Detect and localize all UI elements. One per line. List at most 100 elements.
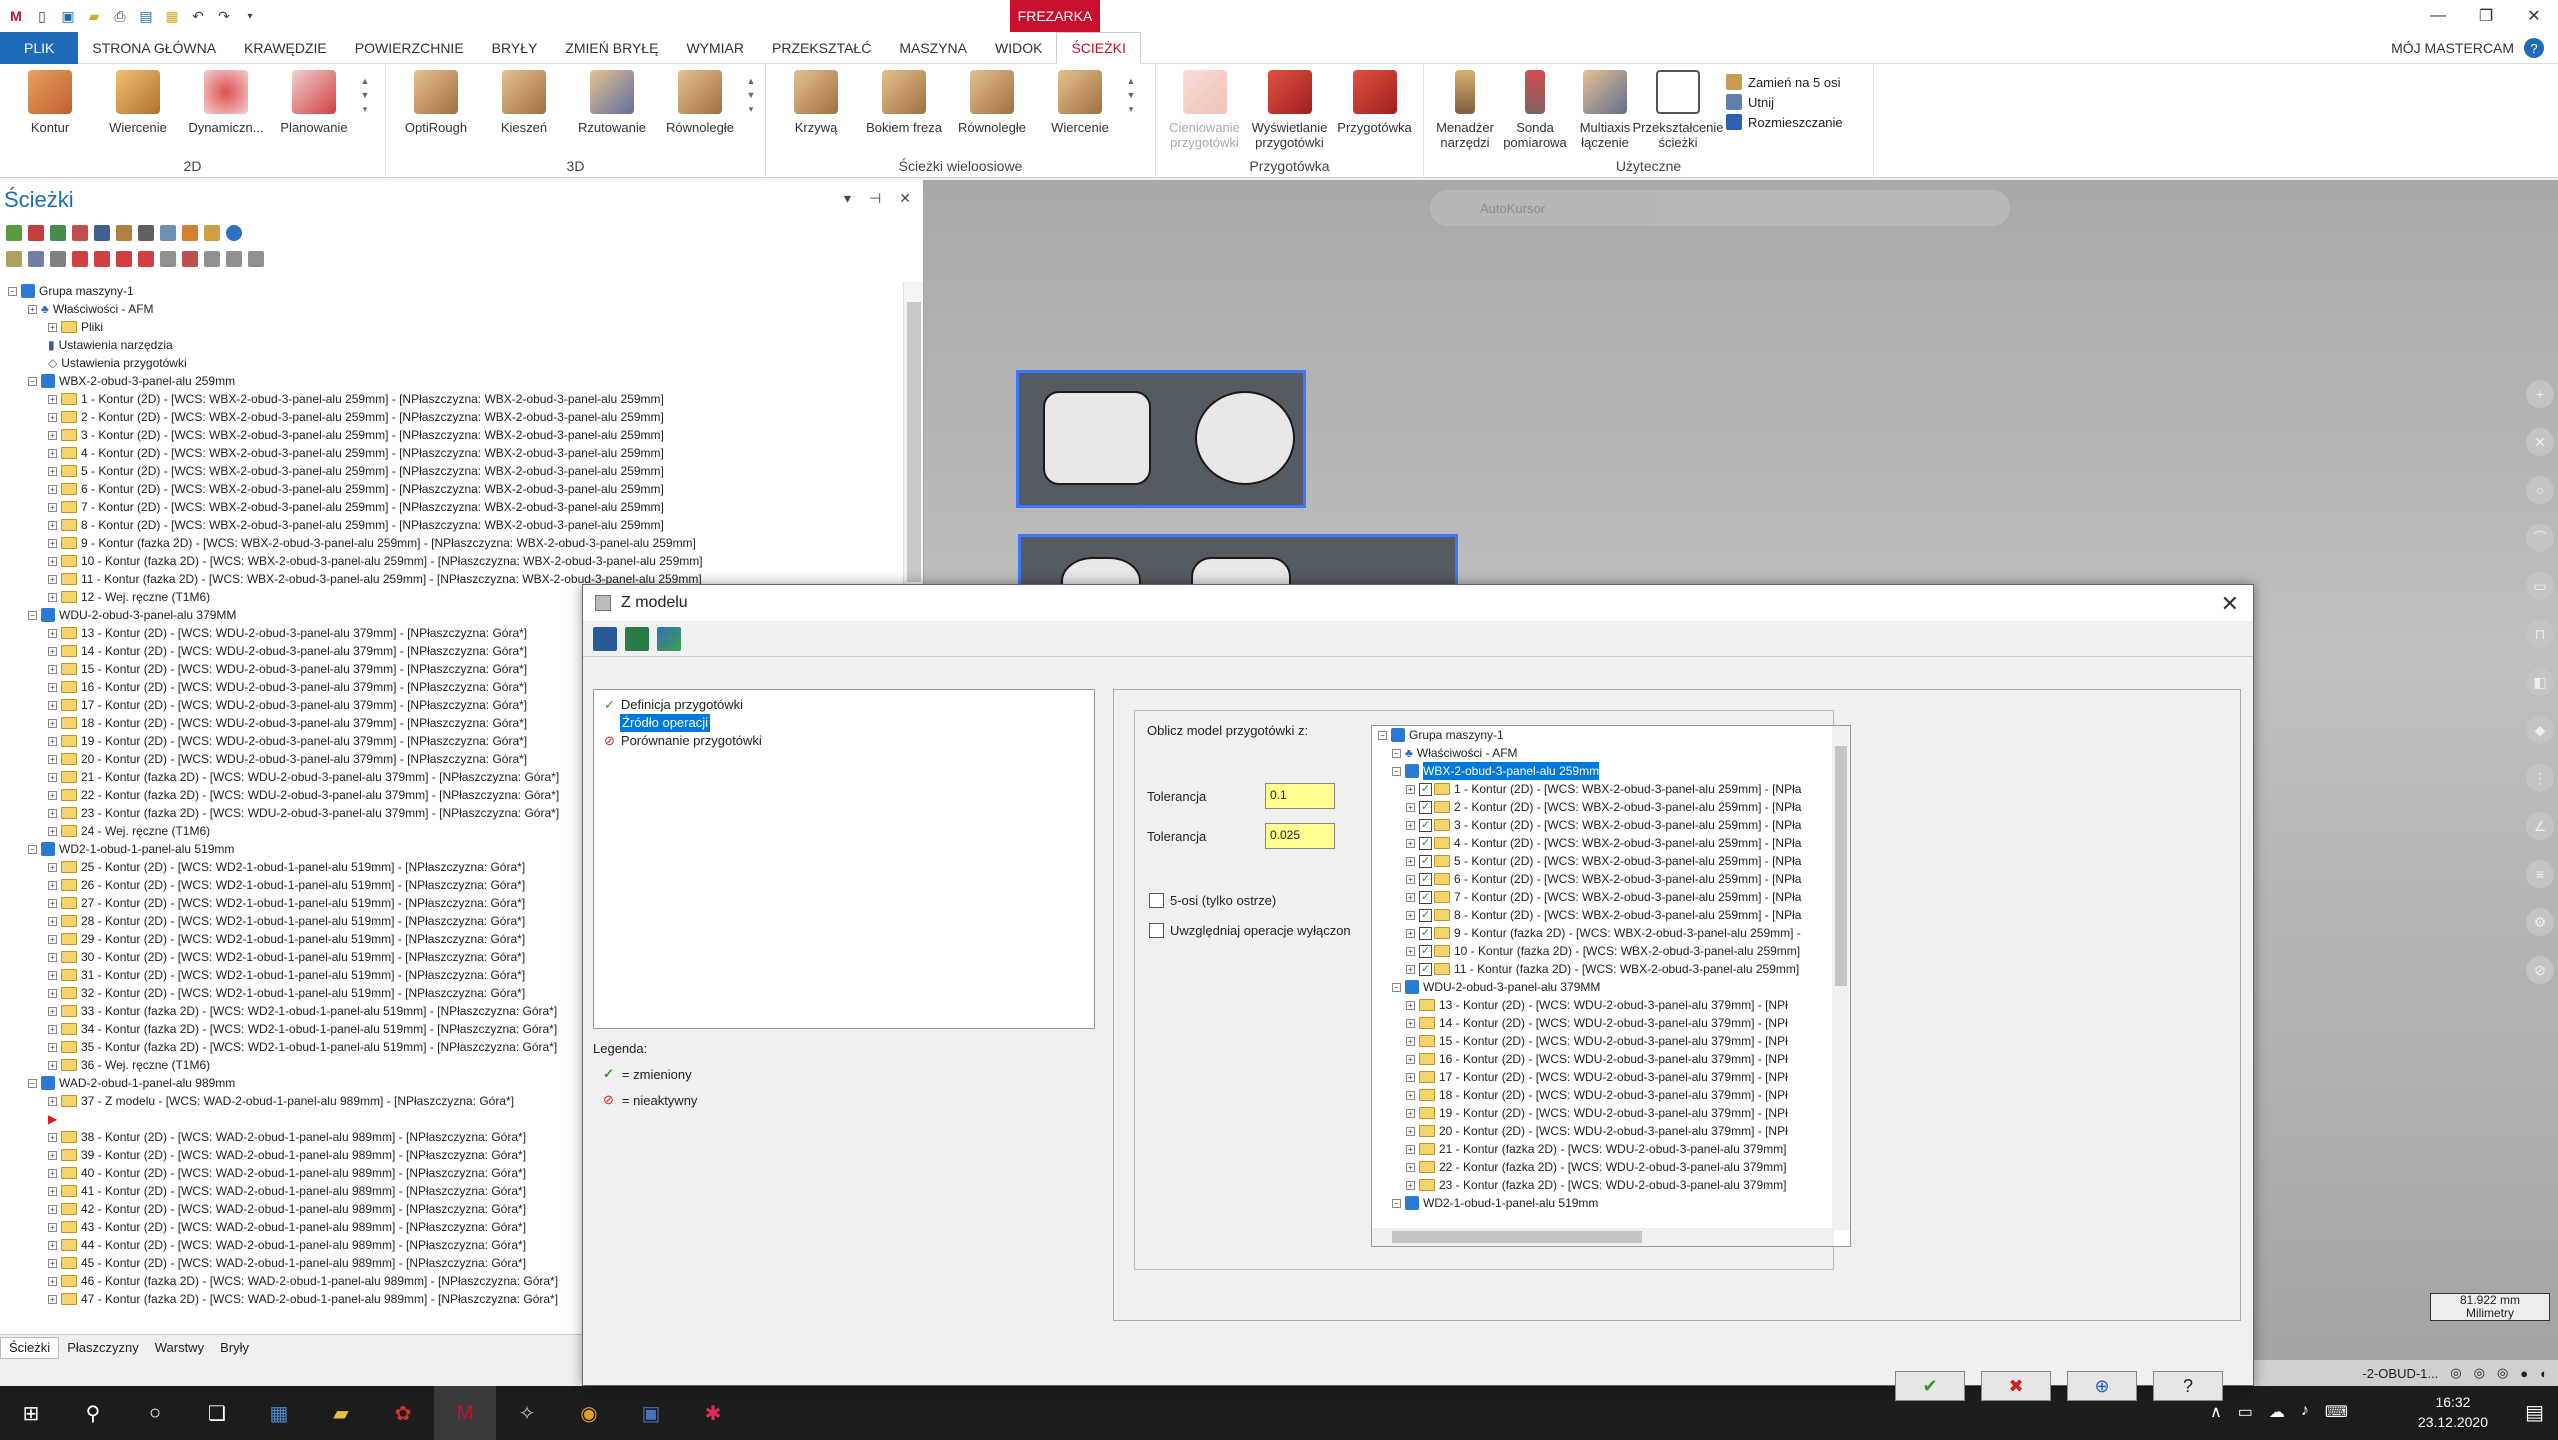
source-op-row[interactable]: +20 - Kontur (2D) - [WCS: WDU-2-obud-3-p… (1372, 1122, 1850, 1140)
source-op-row[interactable]: + ✓ 6 - Kontur (2D) - [WCS: WBX-2-obud-3-p… (1372, 870, 1850, 888)
expand-toggle-icon[interactable]: + (48, 772, 57, 782)
expand-toggle-icon[interactable]: + (48, 646, 57, 656)
globe-2-icon[interactable]: ◎ (2474, 1365, 2485, 1381)
tab-zmien-bryle[interactable]: ZMIEŃ BRYŁĘ (551, 32, 672, 64)
shade-icon[interactable]: ◆ (2526, 716, 2554, 744)
simulate-icon[interactable] (138, 225, 154, 241)
expand-toggle-icon[interactable]: + (48, 1042, 57, 1052)
source-op-row[interactable]: + ✓ 1 - Kontur (2D) - [WCS: WBX-2-obud-3-p… (1372, 780, 1850, 798)
tree-row[interactable]: − Grupa maszyny-1 (0, 282, 900, 300)
expand-toggle-icon[interactable]: + (48, 1168, 57, 1178)
expand-toggle-icon[interactable]: + (1406, 1162, 1415, 1172)
expand-toggle-icon[interactable]: − (28, 376, 37, 386)
expand-toggle-icon[interactable]: + (1406, 946, 1415, 956)
source-op-row[interactable]: +13 - Kontur (2D) - [WCS: WDU-2-obud-3-p… (1372, 996, 1850, 1014)
op-checkbox[interactable]: ✓ (1419, 908, 1432, 922)
expand-toggle-icon[interactable]: − (1392, 1198, 1401, 1208)
ok-button[interactable]: ✔ (1895, 1371, 1965, 1401)
tree-scrollbar-thumb[interactable] (907, 302, 921, 582)
expand-toggle-icon[interactable]: + (48, 1258, 57, 1268)
move-up-icon[interactable] (94, 251, 110, 267)
source-op-row[interactable]: +17 - Kontur (2D) - [WCS: WDU-2-obud-3-p… (1372, 1068, 1850, 1086)
include-disabled-checkbox[interactable]: Uwzględniaj operacje wyłączon (1149, 923, 1351, 938)
calculator-icon[interactable]: ▦ (248, 1386, 310, 1440)
expand-toggle-icon[interactable]: + (1406, 784, 1415, 794)
taskbar-clock[interactable]: 16:32 23.12.2020 (2418, 1392, 2488, 1432)
apply-button[interactable]: ⊕ (2067, 1371, 2137, 1401)
expand-toggle-icon[interactable]: + (48, 484, 57, 494)
op-checkbox[interactable]: ✓ (1419, 800, 1432, 814)
expand-toggle-icon[interactable]: + (48, 394, 57, 404)
tree-row[interactable]: ◇ Ustawienia przygotówki (0, 354, 900, 372)
tree-row[interactable]: +2 - Kontur (2D) - [WCS: WBX-2-obud-3-pa… (0, 408, 900, 426)
tab-bottom-bryly[interactable]: Bryły (212, 1340, 257, 1355)
expand-toggle-icon[interactable]: + (1406, 802, 1415, 812)
expand-toggle-icon[interactable]: + (48, 880, 57, 890)
part-panel-1[interactable] (1016, 370, 1306, 508)
tree-row[interactable]: +5 - Kontur (2D) - [WCS: WBX-2-obud-3-pa… (0, 462, 900, 480)
source-op-row[interactable]: − WD2-1-obud-1-panel-alu 519mm (1372, 1194, 1850, 1212)
dialog-help-button[interactable]: ? (2153, 1371, 2223, 1401)
source-tree-vscroll-thumb[interactable] (1835, 746, 1847, 986)
source-tree-vscroll[interactable] (1832, 726, 1850, 1230)
expand-icon[interactable] (226, 251, 242, 267)
nesting-button[interactable]: Rozmieszczanie (1726, 114, 1843, 130)
deselect-icon[interactable] (28, 225, 44, 241)
expand-toggle-icon[interactable]: + (48, 538, 57, 548)
cancel-button[interactable]: ✖ (1981, 1371, 2051, 1401)
app-red-icon[interactable]: ✿ (372, 1386, 434, 1440)
expand-toggle-icon[interactable]: + (48, 988, 57, 998)
trim-button[interactable]: Utnij (1726, 94, 1843, 110)
expand-toggle-icon[interactable]: + (48, 916, 57, 926)
page-tree-item[interactable]: ⊘ Porównanie przygotówki (604, 732, 1084, 750)
expand-toggle-icon[interactable]: + (48, 322, 57, 332)
tree-row[interactable]: +9 - Kontur (fazka 2D) - [WCS: WBX-2-obu… (0, 534, 900, 552)
op-checkbox[interactable]: ✓ (1419, 782, 1432, 796)
expand-toggle-icon[interactable]: + (48, 1096, 57, 1106)
expand-toggle-icon[interactable]: + (48, 1006, 57, 1016)
expand-toggle-icon[interactable]: + (48, 934, 57, 944)
tree-row[interactable]: +3 - Kontur (2D) - [WCS: WBX-2-obud-3-pa… (0, 426, 900, 444)
op-checkbox[interactable]: ✓ (1419, 926, 1432, 940)
tab-wymiar[interactable]: WYMIAR (672, 32, 758, 64)
panel-close-icon[interactable]: ✕ (899, 190, 911, 207)
expand-toggle-icon[interactable]: + (1406, 856, 1415, 866)
expand-toggle-icon[interactable]: + (48, 1150, 57, 1160)
source-op-row[interactable]: +19 - Kontur (2D) - [WCS: WDU-2-obud-3-p… (1372, 1104, 1850, 1122)
source-op-row[interactable]: +15 - Kontur (2D) - [WCS: WDU-2-obud-3-p… (1372, 1032, 1850, 1050)
select-all-icon[interactable] (6, 225, 22, 241)
dialog-save-icon[interactable] (593, 626, 617, 651)
file-explorer-icon[interactable]: ▰ (310, 1386, 372, 1440)
tab-bottom-warstwy[interactable]: Warstwy (147, 1340, 212, 1355)
wireframe-icon[interactable]: ⋮ (2526, 764, 2554, 792)
tree-row[interactable]: +10 - Kontur (fazka 2D) - [WCS: WBX-2-ob… (0, 552, 900, 570)
expand-toggle-icon[interactable]: + (1406, 928, 1415, 938)
expand-toggle-icon[interactable]: + (48, 412, 57, 422)
tolerance-input-2[interactable]: 0.025 (1265, 823, 1335, 849)
source-op-row[interactable]: + ✓ 7 - Kontur (2D) - [WCS: WBX-2-obud-3-p… (1372, 888, 1850, 906)
tab-sciezki[interactable]: ŚCIEŻKI (1056, 31, 1141, 64)
expand-toggle-icon[interactable]: + (1406, 1108, 1415, 1118)
display-mode-icon[interactable]: ● (2520, 1366, 2528, 1381)
new-file-icon[interactable]: ▯ (32, 6, 52, 26)
highfeed-icon[interactable] (204, 225, 220, 241)
tree-row[interactable]: +7 - Kontur (2D) - [WCS: WBX-2-obud-3-pa… (0, 498, 900, 516)
source-op-row[interactable]: +21 - Kontur (fazka 2D) - [WCS: WDU-2-ob… (1372, 1140, 1850, 1158)
source-op-row[interactable]: +22 - Kontur (fazka 2D) - [WCS: WDU-2-ob… (1372, 1158, 1850, 1176)
op-checkbox[interactable]: ✓ (1419, 818, 1432, 832)
g1-icon[interactable] (160, 225, 176, 241)
display-mode-2-icon[interactable]: ◐ (2540, 1366, 2548, 1381)
cortana-icon[interactable]: ○ (124, 1386, 186, 1440)
tree-row[interactable]: + ♣ Właściwości - AFM (0, 300, 900, 318)
expand-toggle-icon[interactable]: + (48, 1060, 57, 1070)
expand-toggle-icon[interactable]: + (48, 826, 57, 836)
expand-toggle-icon[interactable]: + (1406, 1090, 1415, 1100)
source-op-row[interactable]: + ✓ 2 - Kontur (2D) - [WCS: WBX-2-obud-3-p… (1372, 798, 1850, 816)
source-op-row[interactable]: + ✓ 9 - Kontur (fazka 2D) - [WCS: WBX-2-ob… (1372, 924, 1850, 942)
expand-toggle-icon[interactable]: + (1406, 820, 1415, 830)
tree-row[interactable]: +8 - Kontur (2D) - [WCS: WBX-2-obud-3-pa… (0, 516, 900, 534)
expand-toggle-icon[interactable]: + (48, 1294, 57, 1304)
expand-toggle-icon[interactable]: + (48, 862, 57, 872)
expand-toggle-icon[interactable]: + (1406, 1144, 1415, 1154)
print-icon[interactable]: ⎙ (110, 6, 130, 26)
